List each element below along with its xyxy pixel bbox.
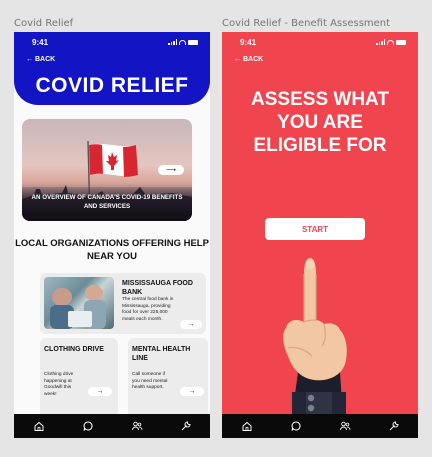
battery-icon [396, 39, 406, 45]
assessment-title: ASSESS WHAT YOU ARE ELIGIBLE FOR [251, 89, 389, 157]
card-arrow-button[interactable]: → [180, 320, 202, 329]
wifi-icon [179, 39, 186, 45]
card-arrow-button[interactable]: → [88, 387, 112, 396]
pointing-hand-illustration [283, 258, 347, 432]
status-bar: 9:41 [14, 32, 210, 52]
card-description: The central food bank in Mississauga, pr… [122, 297, 174, 323]
page-title: COVID RELIEF [35, 74, 189, 97]
back-button[interactable]: ← BACK [234, 56, 263, 63]
back-label: BACK [35, 56, 56, 63]
overview-banner[interactable]: AN OVERVIEW OF CANADA'S COVID-19 BENEFIT… [22, 119, 192, 221]
card-description: Clothing drive happening at Goodwill thi… [44, 372, 74, 398]
section-title: LOCAL ORGANIZATIONS OFFERING HELP NEAR Y… [15, 238, 209, 263]
card-arrow-button[interactable]: → [180, 387, 204, 396]
tab-bar [222, 414, 418, 438]
wrench-icon[interactable] [388, 420, 400, 432]
wifi-icon [387, 39, 394, 45]
frame-label-covid-relief: Covid Relief [14, 18, 74, 29]
frame-label-benefit-assessment: Covid Relief - Benefit Assessment [222, 18, 391, 29]
home-icon[interactable] [33, 420, 45, 432]
chat-icon[interactable] [290, 420, 302, 432]
arrow-right-icon: → [187, 321, 195, 328]
people-icon[interactable] [131, 420, 143, 432]
signal-icon [168, 39, 177, 45]
covid-relief-screen: 9:41 ← BACK COVID RELIEF AN OVERVIEW OF … [14, 32, 210, 438]
status-icons [168, 39, 198, 45]
card-title: MENTAL HEALTH LINE [132, 346, 191, 362]
home-icon[interactable] [241, 420, 253, 432]
status-time: 9:41 [240, 37, 257, 47]
back-button[interactable]: ← BACK [26, 56, 55, 63]
wrench-icon[interactable] [180, 420, 192, 432]
card-title: CLOTHING DRIVE [44, 346, 104, 353]
food-bank-card[interactable]: MISSISSAUGA FOOD BANK The central food b… [40, 273, 206, 334]
benefit-assessment-screen: 9:41 ← BACK ASSESS WHAT YOU ARE ELIGIBLE… [222, 32, 418, 438]
arrow-right-icon: → [96, 388, 104, 395]
start-button[interactable]: START [265, 218, 365, 240]
banner-arrow-button[interactable]: ⟶ [158, 165, 184, 175]
back-arrow-icon: ← [234, 56, 241, 63]
food-bank-image [44, 277, 114, 329]
tab-bar [14, 414, 210, 438]
back-arrow-icon: ← [26, 56, 33, 63]
chat-icon[interactable] [82, 420, 94, 432]
arrow-right-icon: ⟶ [165, 167, 177, 174]
card-description: Call someone if you need mental health s… [132, 372, 168, 391]
battery-icon [188, 39, 198, 45]
people-icon[interactable] [339, 420, 351, 432]
card-title: MISSISSAUGA FOOD BANK [122, 280, 193, 296]
back-label: BACK [243, 56, 264, 63]
status-bar: 9:41 [222, 32, 418, 52]
arrow-right-icon: → [188, 388, 196, 395]
signal-icon [376, 39, 385, 45]
status-icons [376, 39, 406, 45]
banner-text: AN OVERVIEW OF CANADA'S COVID-19 BENEFIT… [31, 194, 183, 210]
status-time: 9:41 [32, 37, 49, 47]
